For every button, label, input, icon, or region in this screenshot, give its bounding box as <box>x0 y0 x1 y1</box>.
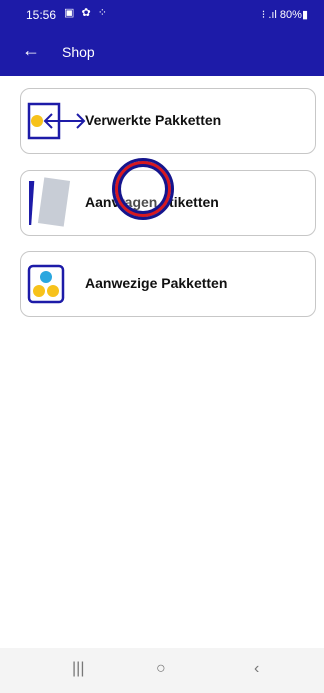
menu-item-aanwezige-pakketten[interactable]: Aanwezige Pakketten <box>20 251 316 317</box>
menu-item-label: Verwerkte Pakketten <box>85 112 222 128</box>
status-bar: 15:56 ▣ ✿ ⁘ ⁝ .ıl 80%▮ <box>0 0 324 28</box>
status-icons: ▣ ✿ ⁘ <box>64 7 109 19</box>
status-battery: ⁝ .ıl 80%▮ <box>261 9 308 21</box>
system-nav-bar: ||| ○ ‹ <box>0 648 324 693</box>
status-time: 15:56 <box>26 8 57 22</box>
menu-item-verwerkte-pakketten[interactable]: Verwerkte Pakketten <box>20 88 316 154</box>
transfer-icon <box>27 102 86 140</box>
labels-icon <box>29 177 71 227</box>
recent-apps-icon[interactable]: ||| <box>72 660 84 678</box>
back-arrow-icon[interactable]: ← <box>22 41 40 59</box>
click-indicator-circle <box>112 158 174 220</box>
home-icon[interactable]: ○ <box>156 660 166 678</box>
back-icon[interactable]: ‹ <box>254 660 259 678</box>
app-bar: ← Shop <box>0 28 324 76</box>
packages-icon <box>27 264 65 304</box>
menu-item-label: Aanwezige Pakketten <box>85 275 228 291</box>
page-title: Shop <box>62 44 95 60</box>
